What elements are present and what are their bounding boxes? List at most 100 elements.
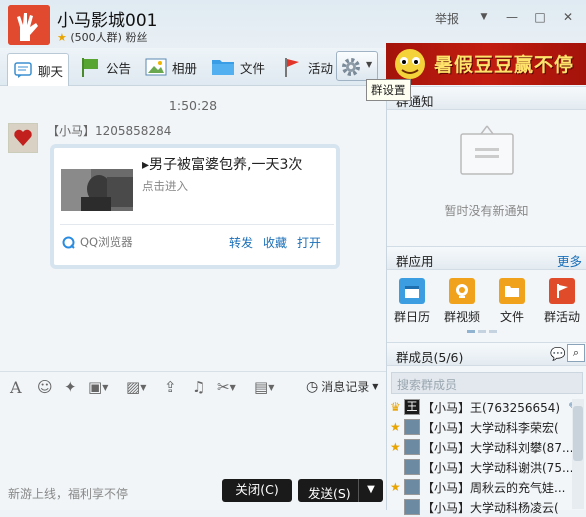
editor-toolbar: A ☺ ✦ ▣ ▼ ▨ ▼ ⇪ ♫ ✂ ▼ ▤ ▼ ◷ 消息记录 ▼ xyxy=(0,371,386,401)
admin-star-icon: ★ xyxy=(390,440,401,454)
member-scroll-thumb[interactable] xyxy=(573,406,583,461)
history-dropdown-icon[interactable]: ▼ xyxy=(372,382,378,391)
browser-icon xyxy=(62,236,75,249)
favorite-link[interactable]: 收藏 xyxy=(263,234,287,251)
app-files[interactable]: 文件 xyxy=(487,278,537,325)
open-link[interactable]: 打开 xyxy=(297,234,321,251)
apps-pager[interactable] xyxy=(467,330,497,333)
tab-chat[interactable]: 聊天 xyxy=(7,53,70,86)
member-row[interactable]: ♛王【小马】王(763256654)✎ xyxy=(387,397,586,417)
member-avatar: 王 xyxy=(404,399,420,415)
maximize-button[interactable]: □ xyxy=(530,8,550,26)
minimize-button[interactable]: — xyxy=(502,8,522,26)
heart-icon xyxy=(14,129,32,146)
apps-title: 群应用 xyxy=(396,254,434,269)
history-label: 消息记录 xyxy=(321,380,370,394)
tab-files-label: 文件 xyxy=(240,60,266,76)
member-row[interactable]: 【小马】大学动科杨凌云( xyxy=(387,497,586,517)
group-subtitle: ★ (500人群) 粉丝 xyxy=(57,29,147,45)
app-activity[interactable]: 群活动 xyxy=(537,278,586,325)
member-avatar xyxy=(404,419,420,435)
mascot-icon xyxy=(395,49,425,79)
gift-icon[interactable]: ▣ ▼ xyxy=(88,378,108,396)
members-title: 群成员(5/6) xyxy=(396,350,464,365)
flag-icon xyxy=(285,58,299,77)
feature-toolbar: 聊天 公告 相册 文件 活动 xyxy=(0,48,386,86)
card-subtitle: 点击进入 xyxy=(142,179,188,193)
right-panel: 群通知 暂时没有新通知 群应用 更多 群日历 群视频 文件 群活动 群成员(5/6… xyxy=(386,86,586,515)
notice-header: 群通知 xyxy=(387,86,586,110)
member-name: 【小马】大学动科李荣宏( xyxy=(422,420,559,435)
calendar-icon xyxy=(399,278,425,304)
magic-icon[interactable]: ✦ xyxy=(64,378,77,396)
album-icon xyxy=(145,58,167,76)
app-files-label: 文件 xyxy=(499,310,524,324)
more-tools-icon[interactable]: ▤ ▼ xyxy=(254,378,274,396)
sender-avatar[interactable] xyxy=(8,123,38,153)
more-apps-link[interactable]: 更多 xyxy=(557,251,582,270)
member-row[interactable]: ★ 【小马】周秋云的充气娃... xyxy=(387,477,586,497)
tab-album-label: 相册 xyxy=(172,60,198,76)
font-icon[interactable]: A xyxy=(10,378,22,397)
card-source: QQ浏览器 xyxy=(62,234,133,250)
star-icon: ★ xyxy=(57,31,67,44)
app-calendar[interactable]: 群日历 xyxy=(387,278,437,325)
bottom-bar: 新游上线，福利享不停 关闭(C) 发送(S) ▼ xyxy=(0,475,386,510)
member-avatar xyxy=(404,459,420,475)
member-row[interactable]: ★ 【小马】大学动科刘攀(87... xyxy=(387,437,586,457)
title-bar: 小马影城001 ★ (500人群) 粉丝 举报 ▼ — □ ✕ xyxy=(0,0,586,48)
card-divider xyxy=(60,224,334,225)
admin-star-icon: ★ xyxy=(390,480,401,494)
upload-icon[interactable]: ⇪ xyxy=(164,378,177,396)
group-settings-button[interactable]: ▼ xyxy=(336,51,378,81)
close-window-button[interactable]: ✕ xyxy=(558,8,578,26)
notice-empty-text: 暂时没有新通知 xyxy=(444,204,529,218)
member-row[interactable]: ★ 【小马】大学动科李荣宏( xyxy=(387,417,586,437)
link-card[interactable]: ▸男子被富婆包养,一天3次 点击进入 QQ浏览器 转发 收藏 打开 xyxy=(50,144,340,269)
folder-icon xyxy=(499,278,525,304)
send-button[interactable]: 发送(S) ▼ xyxy=(298,479,383,502)
image-icon[interactable]: ▨ ▼ xyxy=(126,378,146,396)
member-name: 【小马】周秋云的充气娃... xyxy=(422,480,566,495)
member-name: 【小马】王(763256654) xyxy=(422,400,561,415)
member-chat-icon[interactable]: 💬 xyxy=(550,346,566,362)
tab-album[interactable]: 相册 xyxy=(140,53,202,81)
message-timestamp: 1:50:28 xyxy=(168,98,218,113)
tab-files[interactable]: 文件 xyxy=(206,53,270,81)
folder-icon xyxy=(212,60,234,75)
app-calendar-label: 群日历 xyxy=(393,310,430,324)
close-button[interactable]: 关闭(C) xyxy=(222,479,292,502)
emoji-icon[interactable]: ☺ xyxy=(37,378,53,396)
member-avatar xyxy=(404,439,420,455)
card-source-label: QQ浏览器 xyxy=(80,235,133,249)
member-search-input[interactable]: 搜索群成员 xyxy=(391,372,583,394)
card-title: ▸男子被富婆包养,一天3次 xyxy=(142,157,303,173)
tab-chat-label: 聊天 xyxy=(38,63,64,79)
music-icon[interactable]: ♫ xyxy=(192,378,205,396)
tab-announcement[interactable]: 公告 xyxy=(74,53,136,81)
admin-star-icon: ★ xyxy=(390,420,401,434)
message-history-button[interactable]: ◷ 消息记录 ▼ xyxy=(306,378,378,395)
sender-name: 【小马】1205858284 xyxy=(47,124,172,138)
fans-link[interactable]: 粉丝 xyxy=(125,31,147,44)
promo-tip[interactable]: 新游上线，福利享不停 xyxy=(8,485,128,502)
apps-header: 群应用 更多 xyxy=(387,246,586,270)
group-avatar[interactable] xyxy=(8,5,50,45)
settings-dropdown-icon[interactable]: ▼ xyxy=(366,60,372,69)
screenshot-icon[interactable]: ✂ ▼ xyxy=(217,378,236,396)
report-link[interactable]: 举报 xyxy=(435,10,459,27)
member-row[interactable]: 【小马】大学动科谢洪(75... xyxy=(387,457,586,477)
send-options-icon[interactable]: ▼ xyxy=(358,479,383,502)
member-search-icon[interactable]: ⌕ xyxy=(567,344,585,362)
menu-dropdown-icon[interactable]: ▼ xyxy=(474,8,494,26)
message-input[interactable] xyxy=(0,401,386,475)
member-count: (500人群) xyxy=(70,31,122,44)
send-label: 发送(S) xyxy=(308,486,351,501)
members-header: 群成员(5/6) 💬 ⌕ xyxy=(387,342,586,366)
settings-tooltip: 群设置 xyxy=(366,79,411,101)
forward-link[interactable]: 转发 xyxy=(229,234,253,251)
gear-icon xyxy=(342,58,360,76)
app-video[interactable]: 群视频 xyxy=(437,278,487,325)
tab-activity[interactable]: 活动 xyxy=(276,53,338,81)
promo-banner[interactable]: 暑假豆豆赢不停 xyxy=(386,43,586,85)
